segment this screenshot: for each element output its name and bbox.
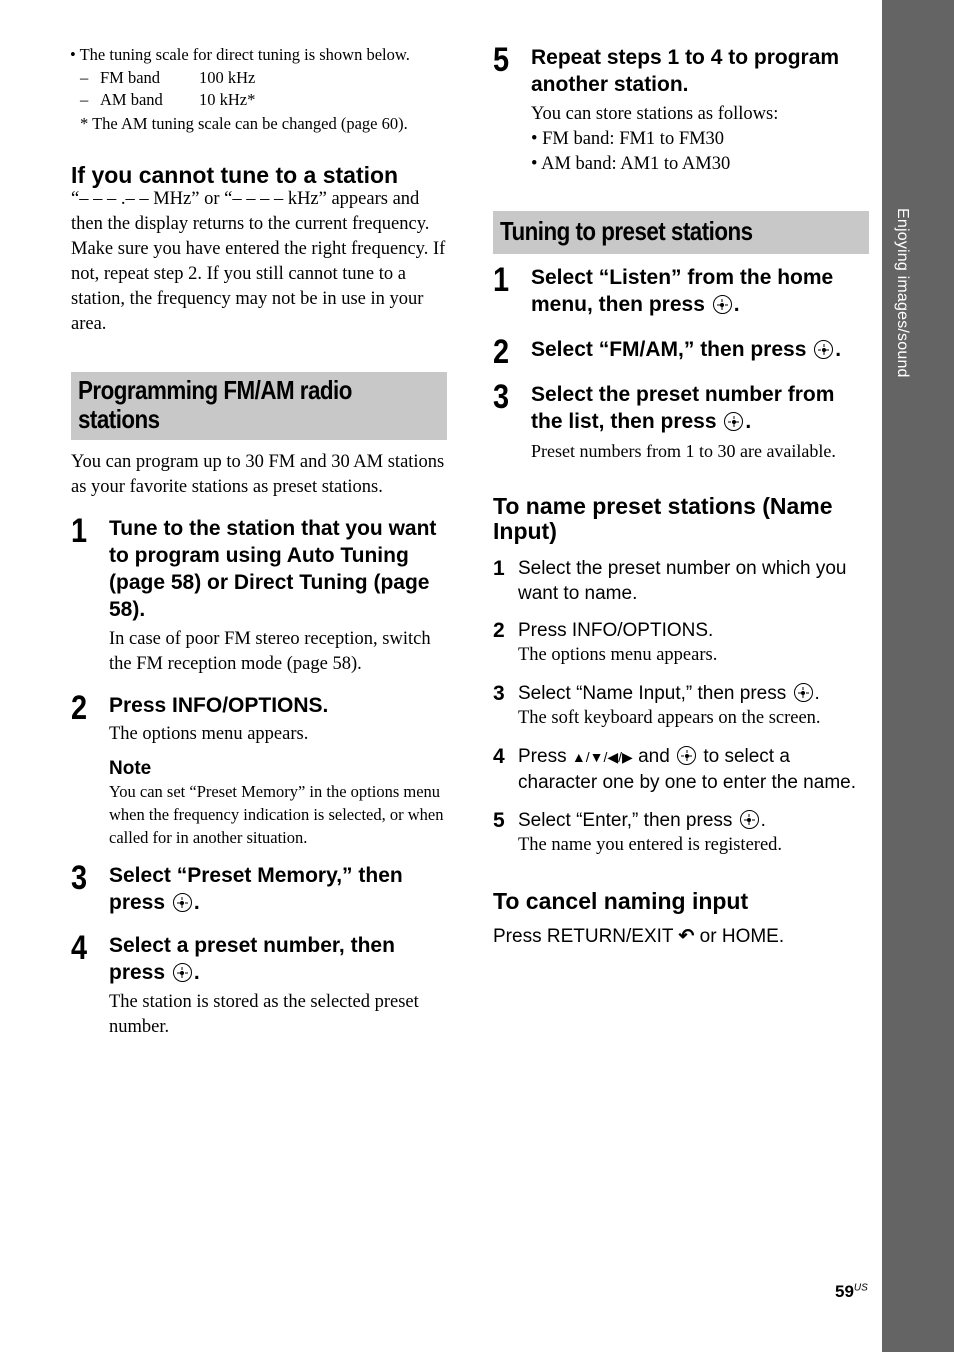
left-column: • The tuning scale for direct tuning is … <box>70 44 449 1040</box>
band-name: AM band <box>100 90 163 109</box>
banner-title: Programming FM/AM radio <box>78 375 352 405</box>
step-body: Preset numbers from 1 to 30 are availabl… <box>531 441 836 461</box>
step-number: 5 <box>493 809 505 832</box>
name-input-section: To name preset stations (Name Input) 1 S… <box>493 494 871 858</box>
step-title: Select “Preset Memory,” then press <box>109 864 403 914</box>
page-number: 59US <box>835 1282 868 1301</box>
step-body: You can store stations as follows: <box>531 104 779 124</box>
arrow-keys-icon: ▲/▼/◀/▶ <box>571 749 633 765</box>
step-text: Press <box>518 746 567 767</box>
note-label: Note <box>109 758 152 779</box>
step-number: 4 <box>71 929 88 967</box>
name-step-2: 2 Press INFO/OPTIONS. The options menu a… <box>493 618 871 668</box>
enter-button-icon <box>712 295 732 314</box>
step-number: 3 <box>71 859 88 897</box>
step-number: 1 <box>493 557 505 580</box>
step-text: Select “Enter,” then press <box>518 810 733 831</box>
name-step-5: 5 Select “Enter,” then press . The name … <box>493 808 871 858</box>
cancel-text: Press RETURN/EXIT <box>493 926 674 947</box>
banner-title-2: stations <box>78 404 160 434</box>
step-body: The soft keyboard appears on the screen. <box>518 708 821 728</box>
step-number: 5 <box>493 41 510 79</box>
step-number: 2 <box>71 689 88 727</box>
cancel-section: To cancel naming input Press RETURN/EXIT… <box>493 889 871 949</box>
step-title: Select “Listen” from the home menu, then… <box>531 266 834 316</box>
preset-banner: Tuning to preset stations <box>493 211 869 254</box>
tuning-row-fm: – FM band 100 kHz <box>71 67 449 90</box>
step-body: The station is stored as the selected pr… <box>109 992 419 1037</box>
enter-button-icon <box>814 340 834 359</box>
enter-button-icon <box>793 683 813 702</box>
band-name: FM band <box>100 67 161 87</box>
note-text: You can set “Preset Memory” in the optio… <box>109 782 444 847</box>
cannot-tune-para-1: “– – – .– – MHz” or “– – – – kHz” appear… <box>71 189 430 234</box>
cancel-heading: To cancel naming input <box>493 888 749 914</box>
step-title: Select a preset number, then press <box>109 934 395 984</box>
step-text: Select “Name Input,” then press <box>518 683 787 704</box>
preset-step-3: 3 Select the preset number from the list… <box>493 378 871 464</box>
tuning-row-am: – AM band 10 kHz* <box>71 89 449 112</box>
step-body: The options menu appears. <box>518 645 718 665</box>
programming-intro: You can program up to 30 FM and 30 AM st… <box>71 452 445 497</box>
programming-banner: Programming FM/AM radio stations <box>71 372 447 440</box>
bullet-fm: • FM band: FM1 to FM30 <box>531 129 725 149</box>
enter-button-icon <box>739 810 759 829</box>
step-title: Repeat steps 1 to 4 to program another s… <box>531 46 840 96</box>
step-number: 4 <box>493 745 505 768</box>
preset-step-1: 1 Select “Listen” from the home menu, th… <box>493 261 834 316</box>
step-number: 3 <box>493 682 505 705</box>
enter-button-icon <box>172 963 192 982</box>
step-number: 1 <box>493 261 510 299</box>
step-title: Select the preset number from the list, … <box>531 383 835 433</box>
return-icon: ↶ <box>678 926 695 947</box>
side-tab <box>882 0 954 1352</box>
name-step-3: 3 Select “Name Input,” then press . The … <box>493 681 871 731</box>
enter-button-icon <box>677 746 697 765</box>
name-step-4: 4 Press ▲/▼/◀/▶ and to select a characte… <box>493 745 856 793</box>
step-number: 2 <box>493 333 510 371</box>
right-column: 5 Repeat steps 1 to 4 to program another… <box>493 41 871 949</box>
band-value: 100 kHz <box>199 67 256 87</box>
tuning-scale-intro: • The tuning scale for direct tuning is … <box>70 45 410 64</box>
step-body: The options menu appears. <box>109 724 309 744</box>
step-text: Press INFO/OPTIONS. <box>518 620 714 641</box>
tuning-footnote: * The AM tuning scale can be changed (pa… <box>80 113 408 133</box>
step-body: In case of poor FM stereo reception, swi… <box>109 629 431 674</box>
step-number: 2 <box>493 619 505 642</box>
step-title: Press INFO/OPTIONS. <box>109 694 329 717</box>
step-title: Select “FM/AM,” then press <box>531 338 807 361</box>
enter-button-icon <box>172 893 192 912</box>
step-title: Tune to the station that you want to pro… <box>109 517 437 621</box>
band-value: 10 kHz* <box>199 90 256 109</box>
bullet-am: • AM band: AM1 to AM30 <box>531 154 731 174</box>
tuning-scale-block: • The tuning scale for direct tuning is … <box>70 44 449 135</box>
step-number: 1 <box>71 512 88 550</box>
name-input-heading: To name preset stations (Name Input) <box>493 493 833 544</box>
enter-button-icon <box>724 412 744 431</box>
program-step-1: 1 Tune to the station that you want to p… <box>71 512 449 677</box>
side-tab-label: Enjoying images/sound <box>894 208 911 378</box>
step-body: The name you entered is registered. <box>518 835 783 855</box>
cannot-tune-section: If you cannot tune to a station “– – – .… <box>71 163 449 337</box>
cannot-tune-para-2: Make sure you have entered the right fre… <box>71 239 446 334</box>
banner-title: Tuning to preset stations <box>500 216 753 246</box>
step-text: Select the preset number on which you wa… <box>518 558 847 604</box>
note: Note You can set “Preset Memory” in the … <box>109 757 449 849</box>
program-step-5: 5 Repeat steps 1 to 4 to program another… <box>493 41 871 177</box>
program-step-2: 2 Press INFO/OPTIONS. The options menu a… <box>71 689 449 849</box>
preset-step-2: 2 Select “FM/AM,” then press . <box>493 333 842 371</box>
program-step-4: 4 Select a preset number, then press . T… <box>71 929 449 1040</box>
name-step-1: 1 Select the preset number on which you … <box>493 556 871 606</box>
step-number: 3 <box>493 378 510 416</box>
program-step-3: 3 Select “Preset Memory,” then press . <box>71 859 403 914</box>
cannot-tune-heading: If you cannot tune to a station <box>71 162 399 188</box>
